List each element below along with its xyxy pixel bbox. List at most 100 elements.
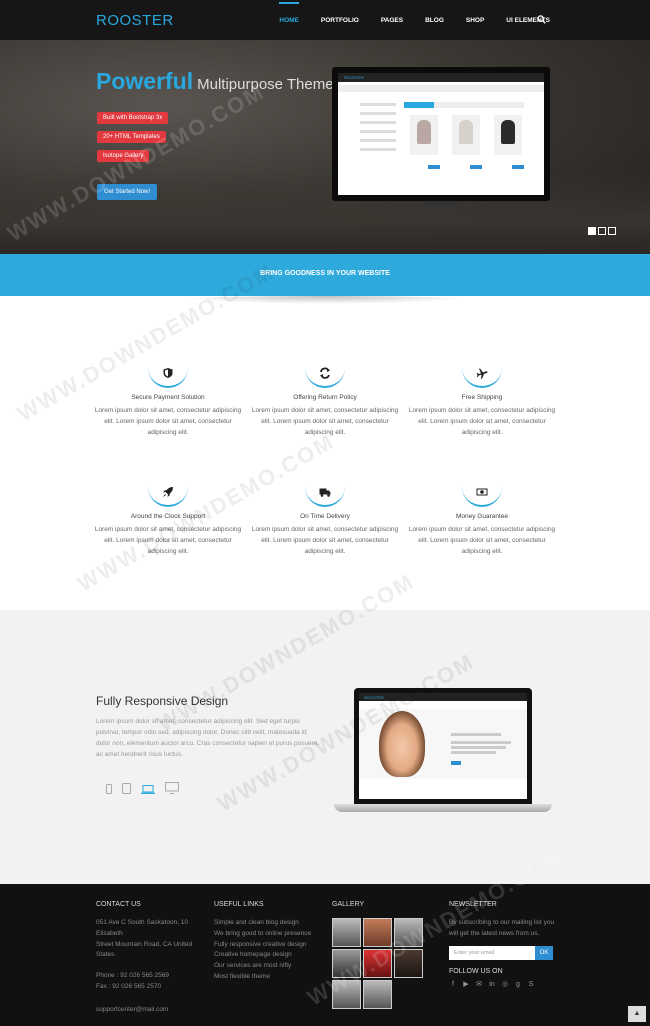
refresh-icon [320, 367, 330, 379]
feature-desc: Lorem ipsum dolor sit amet, consectetur … [94, 407, 242, 436]
gallery-thumb[interactable] [332, 918, 361, 947]
dribbble-icon[interactable]: ◎ [501, 981, 509, 989]
feature-title: Around the Clock Support [130, 513, 206, 520]
footer-link[interactable]: Simple and clean blog design [214, 918, 324, 929]
money-icon [476, 488, 488, 496]
contact-email[interactable]: supportcenter@mail.com [96, 1005, 202, 1016]
social-icons: f ▶ ✉ in ◎ g S [449, 981, 559, 989]
facebook-icon[interactable]: f [449, 981, 457, 989]
contact-fax: Fax : 92 026 565 2570 [96, 982, 162, 990]
footer-contact: CONTACT US 051 Ave C South Saskatoon, 10… [96, 901, 202, 1016]
mockup-line [451, 751, 496, 754]
feature-icon-wrap [305, 483, 345, 507]
gallery-thumb[interactable] [332, 949, 361, 978]
feature-item: On Time Delivery Lorem ipsum dolor sit a… [245, 483, 405, 557]
contact-address-line: States. [96, 951, 117, 959]
mockup-breadcrumb [338, 85, 544, 92]
monitor-stand [422, 201, 460, 206]
hero-title: Powerful Multipurpose Theme [96, 68, 334, 95]
band-shadow [175, 296, 475, 304]
laptop-screen: ROOSTER [359, 693, 527, 799]
gallery-thumb[interactable] [332, 980, 361, 1009]
responsive-title: Fully Responsive Design [96, 694, 229, 708]
monitor-screen: ROOSTER [338, 73, 544, 195]
monitor-mockup: ROOSTER [332, 67, 550, 206]
responsive-section: Fully Responsive Design Lorem ipsum dolo… [0, 569, 650, 884]
feature-item: Free Shipping Lorem ipsum dolor sit amet… [402, 364, 562, 438]
hero-badge: 20+ HTML Templates [97, 131, 166, 143]
footer-heading: NEWSLETTER [449, 901, 497, 908]
desktop-icon[interactable] [165, 782, 179, 794]
youtube-icon[interactable]: ▶ [462, 981, 470, 989]
footer-heading: CONTACT US [96, 901, 141, 908]
gallery-thumb[interactable] [363, 980, 392, 1009]
mockup-navbar: ROOSTER [338, 73, 544, 82]
search-icon[interactable] [537, 15, 546, 24]
feature-icon-wrap [462, 483, 502, 507]
laptop-base [334, 804, 552, 812]
hero-title-rest: Multipurpose Theme [197, 76, 334, 93]
mockup-logo: ROOSTER [364, 695, 384, 700]
newsletter-email-input[interactable]: Enter your email [449, 945, 535, 960]
back-to-top-button[interactable]: ▲ [628, 1006, 646, 1022]
device-switcher [106, 782, 179, 794]
linkedin-icon[interactable]: in [488, 981, 496, 989]
get-started-button[interactable]: Get Started Now! [97, 184, 158, 200]
menu-item-shop[interactable]: SHOP [466, 17, 484, 24]
hero-badge: Built with Bootstrap 3x [97, 112, 169, 124]
mockup-button [428, 165, 440, 169]
feature-icon-wrap [148, 364, 188, 388]
hero-title-strong: Powerful [96, 68, 194, 94]
feature-title: Money Guarantee [455, 513, 509, 520]
footer: CONTACT US 051 Ave C South Saskatoon, 10… [0, 843, 650, 1026]
gallery-thumb[interactable] [363, 918, 392, 947]
feature-icon-wrap [148, 483, 188, 507]
slider-dot[interactable] [598, 227, 606, 235]
mockup-product [494, 115, 522, 155]
footer-link[interactable]: Our services are most nifty [214, 961, 324, 972]
menu-item-pages[interactable]: PAGES [381, 17, 403, 24]
feature-item: Secure Payment Solution Lorem ipsum dolo… [88, 364, 248, 438]
mockup-sidebar [360, 103, 396, 183]
mockup-navbar: ROOSTER [359, 693, 527, 701]
gallery-grid [332, 918, 432, 1009]
promo-band: BRING GOODNESS IN YOUR WEBSITE [0, 254, 650, 296]
laptop-icon[interactable] [141, 785, 155, 794]
slider-pagination [588, 227, 616, 235]
mockup-product [410, 115, 438, 155]
footer-link[interactable]: Creative homepage design [214, 950, 324, 961]
footer-link[interactable]: We bring good to online presence [214, 929, 324, 940]
feature-desc: Lorem ipsum dolor sit amet, consectetur … [408, 526, 556, 555]
gallery-thumb[interactable] [394, 918, 423, 947]
gallery-thumb[interactable] [394, 949, 423, 978]
skype-icon[interactable]: S [527, 981, 535, 989]
tablet-icon[interactable] [122, 783, 131, 794]
mockup-line [451, 746, 506, 749]
slider-dot[interactable] [588, 227, 596, 235]
feature-title: On Time Delivery [300, 513, 350, 520]
mockup-tabs [404, 102, 524, 108]
footer-heading: GALLERY [332, 901, 365, 908]
slider-dot[interactable] [608, 227, 616, 235]
site-logo[interactable]: ROOSTER [96, 12, 174, 29]
phone-icon[interactable] [106, 784, 112, 794]
mockup-line [451, 741, 511, 744]
mockup-button [470, 165, 482, 169]
laptop-mockup: ROOSTER [354, 688, 532, 804]
menu-item-home[interactable]: HOME [279, 1, 299, 24]
newsletter-submit-button[interactable]: OK [535, 945, 553, 960]
mockup-woman-photo [379, 711, 425, 777]
gallery-thumb[interactable] [363, 949, 392, 978]
rocket-icon [163, 487, 173, 497]
footer-link[interactable]: Most flexible theme [214, 972, 324, 983]
footer-newsletter: NEWSLETTER By subscribing to our mailing… [449, 901, 559, 989]
mockup-product [452, 115, 480, 155]
footer-link[interactable]: Fully responsive creative design [214, 940, 324, 951]
menu-item-blog[interactable]: BLOG [425, 17, 444, 24]
email-icon[interactable]: ✉ [475, 981, 483, 989]
hero-background [0, 170, 650, 254]
feature-title: Offering Return Policy [293, 394, 357, 401]
contact-address-line: Street Mountain Road, CA United [96, 940, 193, 948]
menu-item-portfolio[interactable]: PORTFOLIO [321, 17, 359, 24]
google-plus-icon[interactable]: g [514, 981, 522, 989]
